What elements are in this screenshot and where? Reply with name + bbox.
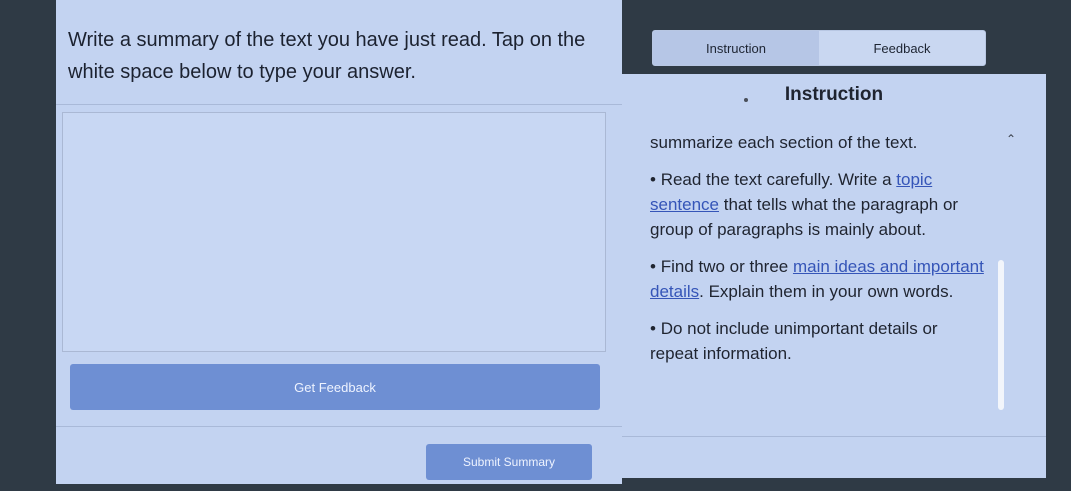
caret-up-icon[interactable]: ⌃ xyxy=(1006,132,1016,146)
list-item: • Find two or three main ideas and impor… xyxy=(650,257,984,301)
tab-instruction[interactable]: Instruction xyxy=(653,31,819,65)
list-item: • Do not include unimportant details or … xyxy=(650,319,938,363)
instruction-heading: Instruction xyxy=(784,84,884,105)
bullet-text: Find two or three xyxy=(660,257,793,276)
summary-input[interactable] xyxy=(62,112,606,352)
get-feedback-button[interactable]: Get Feedback xyxy=(70,364,600,410)
scrollbar-thumb[interactable] xyxy=(998,260,1004,410)
prompt-divider xyxy=(56,104,622,105)
summary-panel: Write a summary of the text you have jus… xyxy=(56,0,622,484)
instruction-body: summarize each section of the text. • Re… xyxy=(650,130,990,378)
button-divider xyxy=(56,426,622,427)
submit-summary-button[interactable]: Submit Summary xyxy=(426,444,592,480)
instruction-card: Instruction ⌃ summarize each section of … xyxy=(622,74,1046,478)
prompt-text: Write a summary of the text you have jus… xyxy=(68,29,586,83)
card-divider xyxy=(622,436,1046,437)
instruction-panel: Instruction Feedback Instruction ⌃ summa… xyxy=(622,0,1071,491)
tab-feedback[interactable]: Feedback xyxy=(819,31,985,65)
bullet-text: . Explain them in your own words. xyxy=(699,282,954,301)
tab-bar: Instruction Feedback xyxy=(652,30,986,66)
bullet-text: Read the text carefully. Write a xyxy=(660,170,897,189)
bullet-text: Do not include unimportant details or re… xyxy=(650,319,938,363)
instruction-intro: summarize each section of the text. xyxy=(650,133,918,152)
list-item: • Read the text carefully. Write a topic… xyxy=(650,170,959,239)
